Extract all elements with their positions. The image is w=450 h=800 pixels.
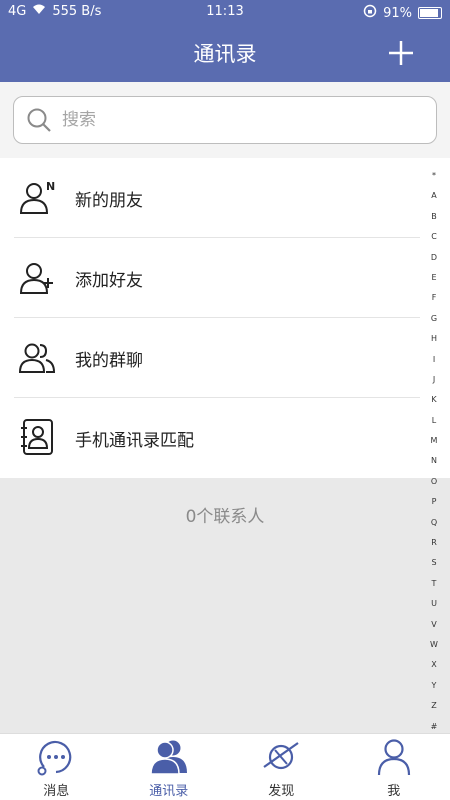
index-letter[interactable]: Y xyxy=(432,676,437,696)
new-friend-icon: N xyxy=(19,180,55,214)
tab-label: 我 xyxy=(387,784,401,799)
index-letter[interactable]: L xyxy=(432,411,436,431)
menu-item-label: 新的朋友 xyxy=(75,191,143,211)
index-letter[interactable]: A xyxy=(431,186,436,206)
menu-item-phone-contacts[interactable]: 手机通讯录匹配 xyxy=(0,398,450,478)
tab-label: 通讯录 xyxy=(149,784,189,799)
contacts-count: 0个联系人 xyxy=(185,507,265,527)
index-letter[interactable]: P xyxy=(432,492,437,512)
svg-text:N: N xyxy=(46,180,55,193)
add-friend-icon xyxy=(19,263,53,294)
tab-label: 发现 xyxy=(268,784,295,799)
search-box[interactable] xyxy=(13,96,437,144)
index-letter[interactable]: * xyxy=(432,166,436,186)
contacts-icon xyxy=(149,740,187,775)
index-letter[interactable]: G xyxy=(431,309,437,329)
phone-contacts-icon xyxy=(21,419,53,455)
index-letter[interactable]: V xyxy=(431,615,436,635)
index-letter[interactable]: U xyxy=(431,594,437,614)
status-bar: 4G 555 B/s 11:13 91% xyxy=(0,0,450,24)
menu-item-label: 我的群聊 xyxy=(75,351,143,371)
add-button[interactable] xyxy=(386,38,416,68)
index-letter[interactable]: F xyxy=(432,288,437,308)
battery-icon xyxy=(418,7,442,19)
tab-contacts[interactable]: 通讯录 xyxy=(113,734,226,800)
index-letter[interactable]: N xyxy=(431,451,437,471)
index-letter[interactable]: I xyxy=(433,350,435,370)
index-letter[interactable]: Q xyxy=(431,513,437,533)
index-letter[interactable]: T xyxy=(432,574,437,594)
index-letter[interactable]: C xyxy=(431,227,437,247)
index-letter[interactable]: J xyxy=(433,370,435,390)
contacts-menu: N 新的朋友 添加好友 我的群聊 手机通讯录匹配 xyxy=(0,158,450,478)
menu-item-label: 添加好友 xyxy=(75,271,143,291)
battery-percent: 91% xyxy=(383,5,412,21)
message-icon xyxy=(37,740,72,776)
group-chat-icon xyxy=(18,343,56,373)
menu-item-add-friend[interactable]: 添加好友 xyxy=(0,238,450,318)
tab-me[interactable]: 我 xyxy=(338,734,450,800)
menu-item-new-friends[interactable]: N 新的朋友 xyxy=(0,158,450,238)
index-letter[interactable]: H xyxy=(431,329,437,349)
tab-messages[interactable]: 消息 xyxy=(0,734,113,800)
tab-discover[interactable]: 发现 xyxy=(225,734,338,800)
page-title: 通讯录 xyxy=(193,42,257,66)
index-letter[interactable]: B xyxy=(431,207,437,227)
rotation-lock-icon xyxy=(363,4,377,22)
index-letter[interactable]: O xyxy=(431,472,437,492)
alphabet-index[interactable]: * A B C D E F G H I J K L M N O P Q R S T U V W X Y Z # xyxy=(426,166,442,737)
index-letter[interactable]: K xyxy=(431,390,436,410)
index-letter[interactable]: D xyxy=(431,248,437,268)
index-letter[interactable]: W xyxy=(430,635,438,655)
search-area xyxy=(0,82,450,158)
menu-item-group-chat[interactable]: 我的群聊 xyxy=(0,318,450,398)
index-letter[interactable]: R xyxy=(431,533,437,553)
index-letter[interactable]: Z xyxy=(431,696,436,716)
me-icon xyxy=(377,739,410,776)
index-letter[interactable]: E xyxy=(431,268,436,288)
index-letter[interactable]: M xyxy=(431,431,438,451)
tab-label: 消息 xyxy=(43,784,70,799)
search-icon xyxy=(27,108,51,132)
discover-icon xyxy=(263,742,299,770)
menu-item-label: 手机通讯录匹配 xyxy=(75,431,194,451)
bottom-tab-bar: 消息 通讯录 发现 我 xyxy=(0,733,450,800)
plus-icon xyxy=(389,41,413,65)
index-letter[interactable]: X xyxy=(431,655,436,675)
search-input[interactable] xyxy=(62,105,422,135)
index-letter[interactable]: S xyxy=(431,553,436,573)
header: 通讯录 xyxy=(0,24,450,82)
